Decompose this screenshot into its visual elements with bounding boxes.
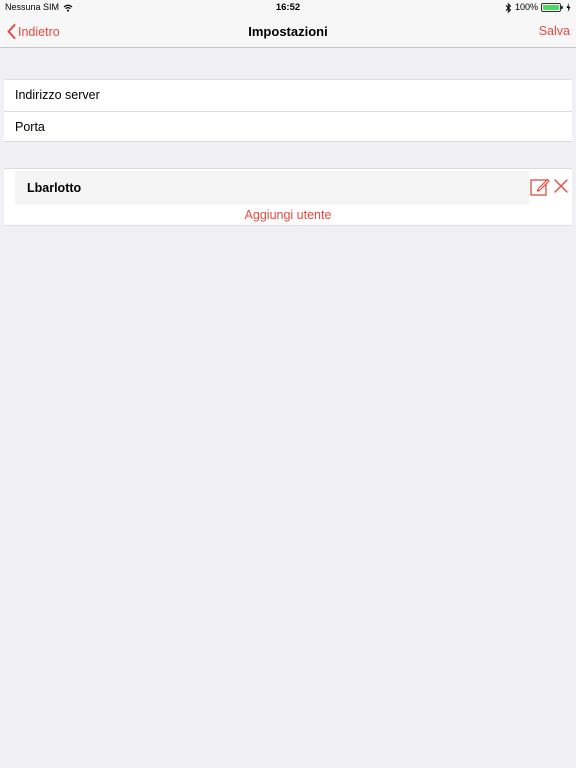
users-group: Lbarlotto Aggiungi utente <box>4 168 572 226</box>
status-bar: Nessuna SIM 16:52 100% <box>0 0 576 15</box>
add-user-button[interactable]: Aggiungi utente <box>4 207 572 224</box>
user-name: Lbarlotto <box>27 181 82 195</box>
navigation-bar: Indietro Impostazioni Salva <box>0 15 576 48</box>
user-row[interactable]: Lbarlotto <box>15 171 529 205</box>
bluetooth-icon <box>505 2 512 13</box>
back-button[interactable]: Indietro <box>7 15 60 48</box>
battery-level <box>543 5 559 10</box>
back-button-label: Indietro <box>18 24 60 39</box>
server-address-field[interactable]: Indirizzo server <box>4 80 572 111</box>
port-field[interactable]: Porta <box>4 111 572 142</box>
chevron-left-icon <box>7 24 16 39</box>
save-button[interactable]: Salva <box>539 15 570 48</box>
page-title: Impostazioni <box>248 24 328 39</box>
status-right: 100% <box>505 0 571 15</box>
battery-percent: 100% <box>514 2 538 12</box>
charging-icon <box>566 3 571 12</box>
battery-icon <box>541 3 563 12</box>
status-time: 16:52 <box>275 2 301 13</box>
edit-icon[interactable] <box>530 177 550 197</box>
server-settings-group: Indirizzo server Porta <box>4 79 572 142</box>
close-icon[interactable] <box>554 179 568 193</box>
